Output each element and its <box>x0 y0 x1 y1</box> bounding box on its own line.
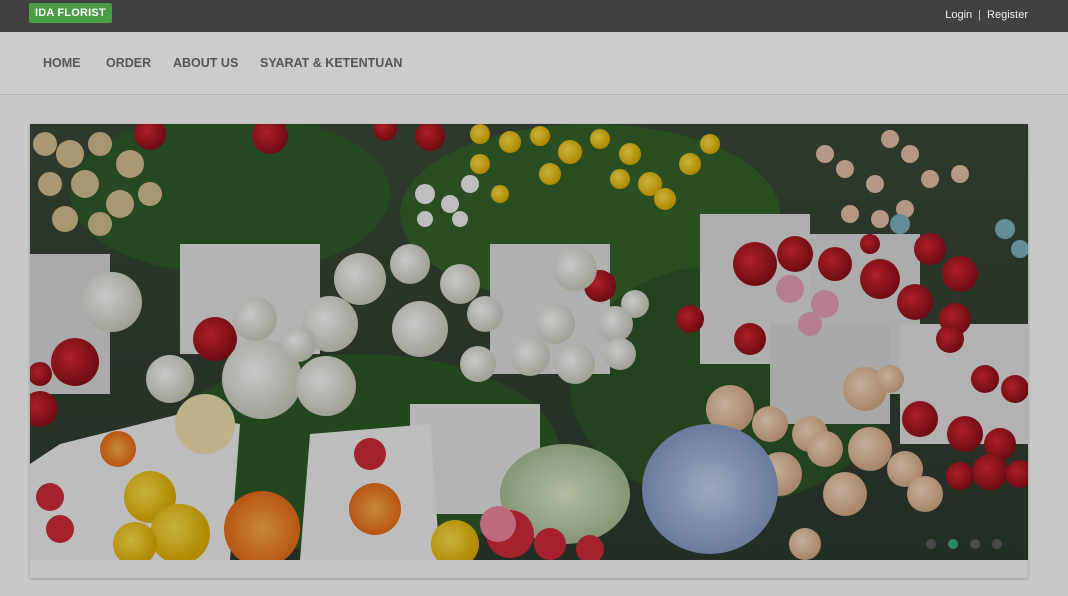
top-bar: IDA FLORIST Login | Register <box>0 0 1068 32</box>
nav-order[interactable]: ORDER <box>106 56 151 70</box>
slide-dot-1[interactable] <box>926 539 936 549</box>
slider-indicators <box>926 539 1002 549</box>
login-link[interactable]: Login <box>945 9 972 21</box>
auth-separator: | <box>978 9 982 21</box>
slide-dot-2[interactable] <box>948 539 958 549</box>
nav-home[interactable]: HOME <box>43 56 81 70</box>
slide-dot-4[interactable] <box>992 539 1002 549</box>
flower-market-photo <box>30 124 1028 560</box>
main-navigation: HOME ORDER ABOUT US SYARAT & KETENTUAN <box>0 32 1068 95</box>
auth-links: Login | Register <box>945 9 1028 21</box>
brand-logo[interactable]: IDA FLORIST <box>29 3 112 23</box>
slide-dot-3[interactable] <box>970 539 980 549</box>
slide-caption-bar <box>30 560 1028 578</box>
image-slider[interactable] <box>30 124 1028 578</box>
register-link[interactable]: Register <box>987 9 1028 21</box>
nav-about-us[interactable]: ABOUT US <box>173 56 238 70</box>
nav-syarat-ketentuan[interactable]: SYARAT & KETENTUAN <box>260 56 402 70</box>
